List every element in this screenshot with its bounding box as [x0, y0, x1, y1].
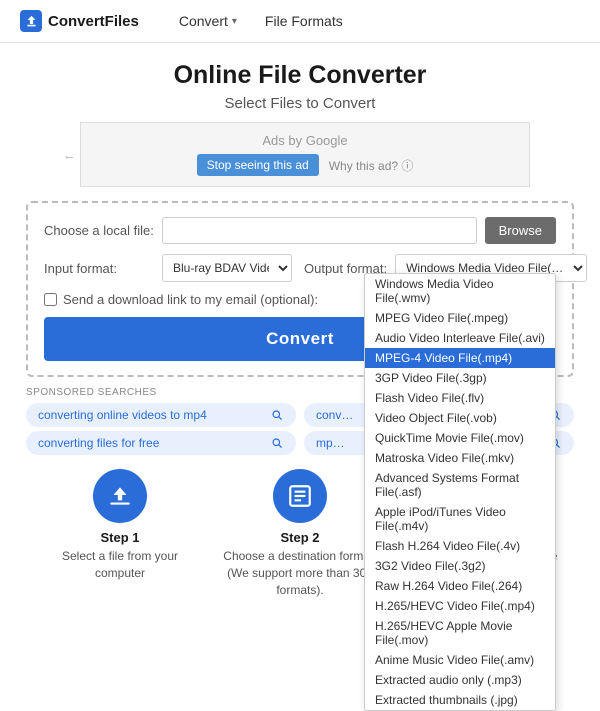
email-checkbox[interactable]	[44, 293, 57, 306]
dropdown-item-avi[interactable]: Audio Video Interleave File(.avi)	[365, 328, 555, 348]
search-icon-2	[271, 437, 284, 450]
nav-fileformats-label: File Formats	[265, 13, 343, 29]
search-text-1: converting online videos to mp4	[38, 408, 265, 422]
dropdown-item-mkv[interactable]: Matroska Video File(.mkv)	[365, 448, 555, 468]
input-format-label: Input format:	[44, 261, 154, 276]
dropdown-item-4v[interactable]: Flash H.264 Video File(.4v)	[365, 536, 555, 556]
main-content: Online File Converter Select Files to Co…	[0, 43, 600, 608]
step-2-desc: Choose a destination format. (We support…	[216, 548, 384, 598]
header: ConvertFiles Convert ▾ File Formats	[0, 0, 600, 43]
ad-back-arrow[interactable]: ←	[63, 147, 76, 162]
nav-item-convert[interactable]: Convert ▾	[179, 13, 237, 29]
chevron-down-icon: ▾	[232, 16, 237, 27]
dropdown-item-hevc-mp4[interactable]: H.265/HEVC Video File(.mp4)	[365, 596, 555, 616]
logo-svg-icon	[25, 15, 38, 28]
dropdown-item-asf[interactable]: Advanced Systems Format File(.asf)	[365, 468, 555, 502]
page-title: Online File Converter	[20, 61, 580, 90]
dropdown-item-264[interactable]: Raw H.264 Video File(.264)	[365, 576, 555, 596]
search-icon-1	[271, 409, 284, 422]
dropdown-item-m4v[interactable]: Apple iPod/iTunes Video File(.m4v)	[365, 502, 555, 536]
file-label: Choose a local file:	[44, 223, 154, 238]
browse-button[interactable]: Browse	[485, 217, 556, 244]
dropdown-item-amv[interactable]: Anime Music Video File(.amv)	[365, 650, 555, 670]
dropdown-item-3g2[interactable]: 3G2 Video File(.3g2)	[365, 556, 555, 576]
input-format-select[interactable]: Blu-ray BDAV Video File(.m…	[162, 254, 292, 282]
dropdown-item-jpg[interactable]: Extracted thumbnails (.jpg)	[365, 690, 555, 710]
step-1-desc: Select a file from your computer	[36, 548, 204, 582]
logo-icon	[20, 10, 42, 32]
dropdown-item-vob[interactable]: Video Object File(.vob)	[365, 408, 555, 428]
output-format-dropdown: Windows Media Video File(.wmv) MPEG Vide…	[364, 273, 556, 711]
dropdown-item-wmv[interactable]: Windows Media Video File(.wmv)	[365, 274, 555, 308]
why-ad-label[interactable]: Why this ad? ⓘ	[329, 157, 414, 174]
nav-item-fileformats[interactable]: File Formats	[265, 13, 343, 29]
dropdown-item-mpeg[interactable]: MPEG Video File(.mpeg)	[365, 308, 555, 328]
logo: ConvertFiles	[20, 10, 139, 32]
step-1-title: Step 1	[36, 530, 204, 545]
upload-icon	[107, 483, 133, 509]
dropdown-item-flv[interactable]: Flash Video File(.flv)	[365, 388, 555, 408]
ads-label: Ads by Google	[91, 133, 519, 148]
search-item-1[interactable]: converting online videos to mp4	[26, 403, 296, 427]
step-2-title: Step 2	[216, 530, 384, 545]
dropdown-item-3gp[interactable]: 3GP Video File(.3gp)	[365, 368, 555, 388]
logo-text: ConvertFiles	[48, 13, 139, 30]
dropdown-item-mp4[interactable]: MPEG-4 Video File(.mp4)	[365, 348, 555, 368]
converter-box: Choose a local file: Browse Input format…	[26, 201, 574, 377]
step-2: Step 2 Choose a destination format. (We …	[210, 469, 390, 598]
search-item-2[interactable]: converting files for free	[26, 431, 296, 455]
ad-area: ← Ads by Google Stop seeing this ad Why …	[80, 122, 530, 187]
search-text-2: converting files for free	[38, 436, 265, 450]
file-row: Choose a local file: Browse	[44, 217, 556, 244]
nav-convert-label: Convert	[179, 13, 228, 29]
dropdown-item-hevc-mov[interactable]: H.265/HEVC Apple Movie File(.mov)	[365, 616, 555, 650]
email-label: Send a download link to my email (option…	[63, 292, 318, 307]
format-icon	[287, 483, 313, 509]
step-2-icon-circle	[273, 469, 327, 523]
search-col-1: converting online videos to mp4 converti…	[26, 403, 296, 455]
dropdown-item-mov[interactable]: QuickTime Movie File(.mov)	[365, 428, 555, 448]
nav: Convert ▾ File Formats	[179, 13, 343, 29]
file-input[interactable]	[162, 217, 477, 244]
step-1: Step 1 Select a file from your computer	[30, 469, 210, 598]
step-1-icon-circle	[93, 469, 147, 523]
stop-seeing-button[interactable]: Stop seeing this ad	[197, 154, 319, 176]
page-subtitle: Select Files to Convert	[20, 95, 580, 112]
dropdown-item-mp3[interactable]: Extracted audio only (.mp3)	[365, 670, 555, 690]
